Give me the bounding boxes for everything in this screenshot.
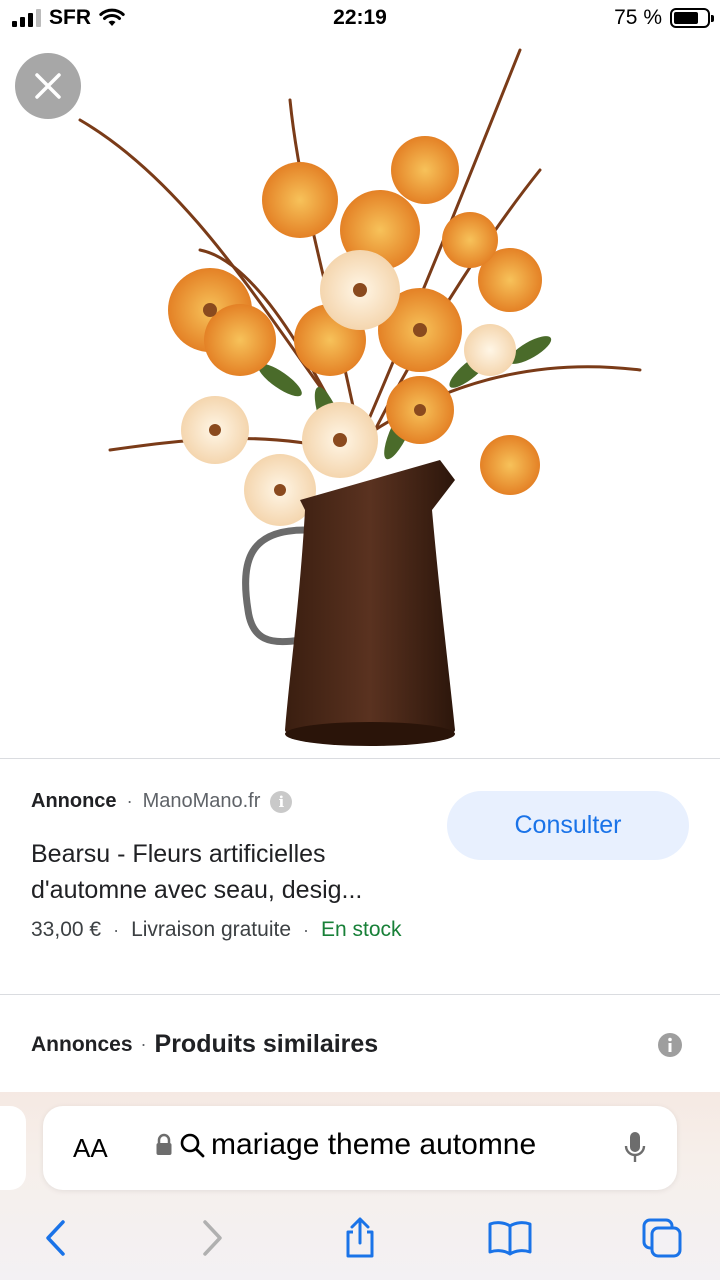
clock: 22:19 [333, 6, 387, 29]
ad-shipping: Livraison gratuite [131, 918, 291, 941]
book-icon [488, 1221, 532, 1256]
microphone-icon[interactable] [623, 1130, 647, 1166]
chevron-left-icon [46, 1220, 65, 1256]
separator-dot: · [126, 791, 133, 811]
status-bar: SFR 22:19 75 % [0, 0, 720, 40]
address-bar[interactable]: AA mariage theme automne [43, 1106, 677, 1190]
separator-dot: · [140, 1034, 147, 1054]
text-size-label: AA [73, 1133, 108, 1163]
share-button[interactable] [336, 1214, 384, 1262]
search-icon [180, 1133, 205, 1158]
search-query: mariage theme automne [211, 1128, 537, 1161]
similar-ad-label: Annonces [31, 1032, 133, 1056]
info-icon[interactable]: i [270, 790, 293, 813]
browser-toolbar [0, 1202, 720, 1272]
chevron-right-icon [203, 1220, 222, 1256]
ad-title-line2: d'automne avec seau, desig... [31, 876, 363, 904]
screen: SFR 22:19 75 % Annonce · ManoMano.fr i C… [0, 0, 720, 1280]
close-icon [35, 73, 61, 99]
ad-source[interactable]: ManoMano.fr [143, 790, 261, 813]
text-size-button[interactable]: AA [73, 1133, 108, 1164]
info-icon[interactable] [658, 1033, 682, 1057]
similar-title: Produits similaires [154, 1030, 379, 1058]
battery-fill [674, 12, 698, 24]
close-button[interactable] [15, 53, 81, 119]
bookmarks-button[interactable] [486, 1214, 534, 1262]
ad-stock: En stock [321, 918, 402, 941]
share-icon [346, 1217, 374, 1258]
flower-vase-image [78, 48, 642, 746]
previous-tab-preview[interactable] [0, 1106, 26, 1190]
divider [0, 994, 720, 995]
ad-label: Annonce [31, 790, 117, 812]
status-right: 75 % [614, 6, 714, 30]
similar-products-header: Annonces · Produits similaires [31, 1030, 378, 1059]
ad-details: 33,00 € · Livraison gratuite · En stock [31, 918, 402, 942]
separator-dot: · [303, 919, 309, 940]
product-image[interactable] [0, 40, 720, 758]
url-field[interactable]: mariage theme automne [155, 1128, 536, 1162]
back-button[interactable] [32, 1214, 80, 1262]
ad-price: 33,00 € [31, 918, 102, 941]
divider [0, 758, 720, 759]
ad-title-line1: Bearsu - Fleurs artificielles [31, 840, 326, 868]
ad-meta: Annonce · ManoMano.fr i [31, 790, 293, 813]
consult-button[interactable]: Consulter [447, 791, 689, 860]
tabs-icon [642, 1218, 682, 1258]
separator-dot: · [113, 919, 120, 940]
ad-title[interactable]: Bearsu - Fleurs artificielles d'automne … [31, 836, 431, 908]
tabs-button[interactable] [638, 1214, 686, 1262]
forward-button[interactable] [188, 1214, 236, 1262]
browser-bottom-bar: AA mariage theme automne [0, 1092, 720, 1280]
battery-percent: 75 % [614, 6, 662, 29]
battery-icon [670, 8, 714, 28]
lock-icon [156, 1133, 172, 1155]
